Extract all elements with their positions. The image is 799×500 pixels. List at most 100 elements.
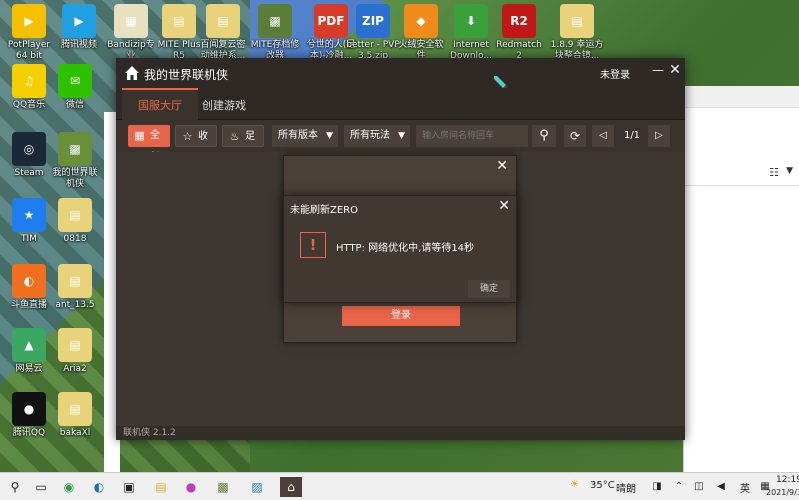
app-icon: ◎ xyxy=(12,132,46,166)
desktop-icon[interactable]: ▤ 百闻复云密 动维护系... xyxy=(196,4,250,62)
desktop-icon[interactable]: ▤ 0818 xyxy=(46,198,104,245)
chevron-left-icon: ◁ xyxy=(599,130,607,141)
taskbar: ⚲ ▭ ◉ ◐ ▣ ▤ ● ▩ ▨ ⌂ ☀ 35°C 晴朗 ◨ ⌃ ◫ ◀ 英 … xyxy=(0,472,799,500)
tab-create-game[interactable]: 创建游戏 xyxy=(186,88,262,120)
app-icon: ▩ xyxy=(58,132,92,166)
next-page-button[interactable]: ▷ xyxy=(648,125,670,147)
app-icon: ▤ xyxy=(162,4,196,38)
prev-page-button[interactable]: ◁ xyxy=(592,125,614,147)
clock-date[interactable]: 2021/9/1 xyxy=(766,488,799,497)
desktop-icon[interactable]: ▤ 1.8.9 幸运方 块整合镜... xyxy=(546,4,608,62)
task-view-icon[interactable]: ▭ xyxy=(30,477,52,497)
weather-icon: ☀ xyxy=(570,479,579,490)
error-message: HTTP: 网络优化中,请等待14秒 xyxy=(336,243,475,254)
page-indicator: 1/1 xyxy=(623,130,641,141)
version-dropdown[interactable]: 所有版本 ▼ xyxy=(272,125,338,147)
filter-favorite-button[interactable]: ☆ 收藏 xyxy=(175,125,217,164)
error-dialog-title: 未能刷新ZERO xyxy=(290,205,358,216)
chevron-right-icon: ▷ xyxy=(655,130,663,141)
desktop-icon[interactable]: ▤ bakaXl xyxy=(46,392,104,439)
desktop-icon[interactable]: ▤ Aria2 xyxy=(46,328,104,375)
grid-icon: ▦ xyxy=(134,129,145,142)
background-window-toolbar xyxy=(684,160,799,186)
desktop-icon[interactable]: ▩ 我的世界联 机侠 xyxy=(46,132,104,190)
desktop-icon[interactable]: ZIP better - PVP 3.5.zip xyxy=(346,4,400,62)
view-icon[interactable]: ☷ xyxy=(769,166,779,179)
desktop-icon[interactable]: ▶ PotPlayer 64 bit xyxy=(2,4,56,62)
app-icon: ⬇ xyxy=(454,4,488,38)
taskbar-lianjixia-icon[interactable]: ⌂ xyxy=(280,477,302,497)
app-icon: ▶ xyxy=(62,4,96,38)
desktop-icon-label: 0818 xyxy=(63,234,87,244)
minecraft-icon[interactable]: ▩ xyxy=(212,477,234,497)
tray-app-icon[interactable]: ◨ xyxy=(646,477,668,497)
app-icon: PDF xyxy=(314,4,348,38)
store-icon[interactable]: ▣ xyxy=(118,477,140,497)
error-close-button[interactable]: ✕ xyxy=(498,198,510,214)
app-title: 我的世界联机侠 xyxy=(144,68,229,82)
login-button[interactable]: 登录 xyxy=(342,306,460,326)
version-dropdown-label: 所有版本 xyxy=(278,130,318,141)
search-icon[interactable]: ⚲ xyxy=(4,477,26,497)
minimize-button[interactable]: — xyxy=(651,64,665,78)
ok-button[interactable]: 确定 xyxy=(468,280,510,298)
app-icon: ● xyxy=(12,392,46,426)
error-icon: ! xyxy=(300,232,326,258)
error-dialog[interactable]: 未能刷新ZERO ✕ ! HTTP: 网络优化中,请等待14秒 确定 xyxy=(283,195,517,303)
desktop-icon[interactable]: ▶ 腾讯视频 xyxy=(52,4,106,51)
chevron-down-icon[interactable]: ▼ xyxy=(786,166,793,176)
footprint-icon: ♨ xyxy=(229,130,240,143)
version-label: 联机侠 2.1.2 xyxy=(123,428,176,438)
desktop-icon[interactable]: ✉ 微信 xyxy=(46,64,104,111)
app-icon: ▶ xyxy=(12,4,46,38)
app-icon: ★ xyxy=(12,198,46,232)
filter-all-button[interactable]: ▦ 全部 xyxy=(128,125,170,163)
app-icon: ▤ xyxy=(58,392,92,426)
chevron-up-icon[interactable]: ⌃ xyxy=(668,477,690,497)
search-button[interactable]: ⚲ xyxy=(532,125,556,147)
desktop-icon[interactable]: ⬇ Internet Downlo... xyxy=(444,4,498,62)
app-titlebar[interactable]: 我的世界联机侠 未登录 — ✕ xyxy=(116,58,685,93)
input-language[interactable]: 英 xyxy=(740,480,750,495)
app-icon: ◆ xyxy=(404,4,438,38)
volume-icon[interactable]: ◀ xyxy=(710,477,732,497)
status-bar: 联机侠 2.1.2 xyxy=(116,426,685,440)
app-icon: ▤ xyxy=(58,264,92,298)
desktop-icon[interactable]: R2 Redmatch 2 xyxy=(492,4,546,62)
desktop-icon-label: 微信 xyxy=(65,100,84,110)
app-icon: ZIP xyxy=(356,4,390,38)
filter-footprint-button[interactable]: ♨ 足迹 xyxy=(222,125,264,164)
desktop-icon[interactable]: ◆ 火绒安全软 件 xyxy=(394,4,448,62)
room-search-input[interactable] xyxy=(416,125,528,147)
chrome-icon[interactable]: ◉ xyxy=(58,477,80,497)
weather-condition[interactable]: 晴朗 xyxy=(616,480,636,495)
network-icon[interactable]: ◫ xyxy=(688,477,710,497)
app-icon: ▦ xyxy=(114,4,148,38)
file-explorer-icon[interactable]: ▤ xyxy=(150,477,172,497)
close-button[interactable]: ✕ xyxy=(668,62,682,78)
app-icon: ♫ xyxy=(12,64,46,98)
mode-dropdown[interactable]: 所有玩法 ▼ xyxy=(344,125,410,147)
weather-temp[interactable]: 35°C xyxy=(590,480,615,491)
app-icon: ▩ xyxy=(258,4,292,38)
app-icon[interactable]: ● xyxy=(180,477,202,497)
image-viewer-icon[interactable]: ▨ xyxy=(246,477,268,497)
background-window-titlebar xyxy=(684,86,799,108)
tab-bar: 国服大厅 创建游戏 xyxy=(116,88,685,120)
home-icon xyxy=(125,66,139,80)
star-icon: ☆ xyxy=(182,130,193,143)
login-close-button[interactable]: ✕ xyxy=(496,158,508,174)
desktop-icon[interactable]: ▤ ant_13.5 xyxy=(46,264,104,311)
desktop-icon-label: bakaXl xyxy=(59,428,91,438)
edge-icon[interactable]: ◐ xyxy=(88,477,110,497)
clock-time[interactable]: 12:19 xyxy=(776,475,799,485)
desktop-icon-label: 腾讯视频 xyxy=(60,40,97,50)
refresh-button[interactable]: ⟳ xyxy=(564,125,586,147)
desktop-icon-label: PotPlayer 64 bit xyxy=(7,40,51,61)
background-window[interactable]: ☷ ▼ xyxy=(683,86,799,472)
toolbar: ▦ 全部 ☆ 收藏 ♨ 足迹 所有版本 ▼ 所有玩法 ▼ ⚲ ⟳ ◁ 1/1 ▷ xyxy=(116,120,685,164)
mode-dropdown-label: 所有玩法 xyxy=(350,130,390,141)
chevron-down-icon: ▼ xyxy=(398,131,405,141)
app-icon: ▤ xyxy=(560,4,594,38)
not-logged-in-link[interactable]: 未登录 xyxy=(600,66,630,81)
